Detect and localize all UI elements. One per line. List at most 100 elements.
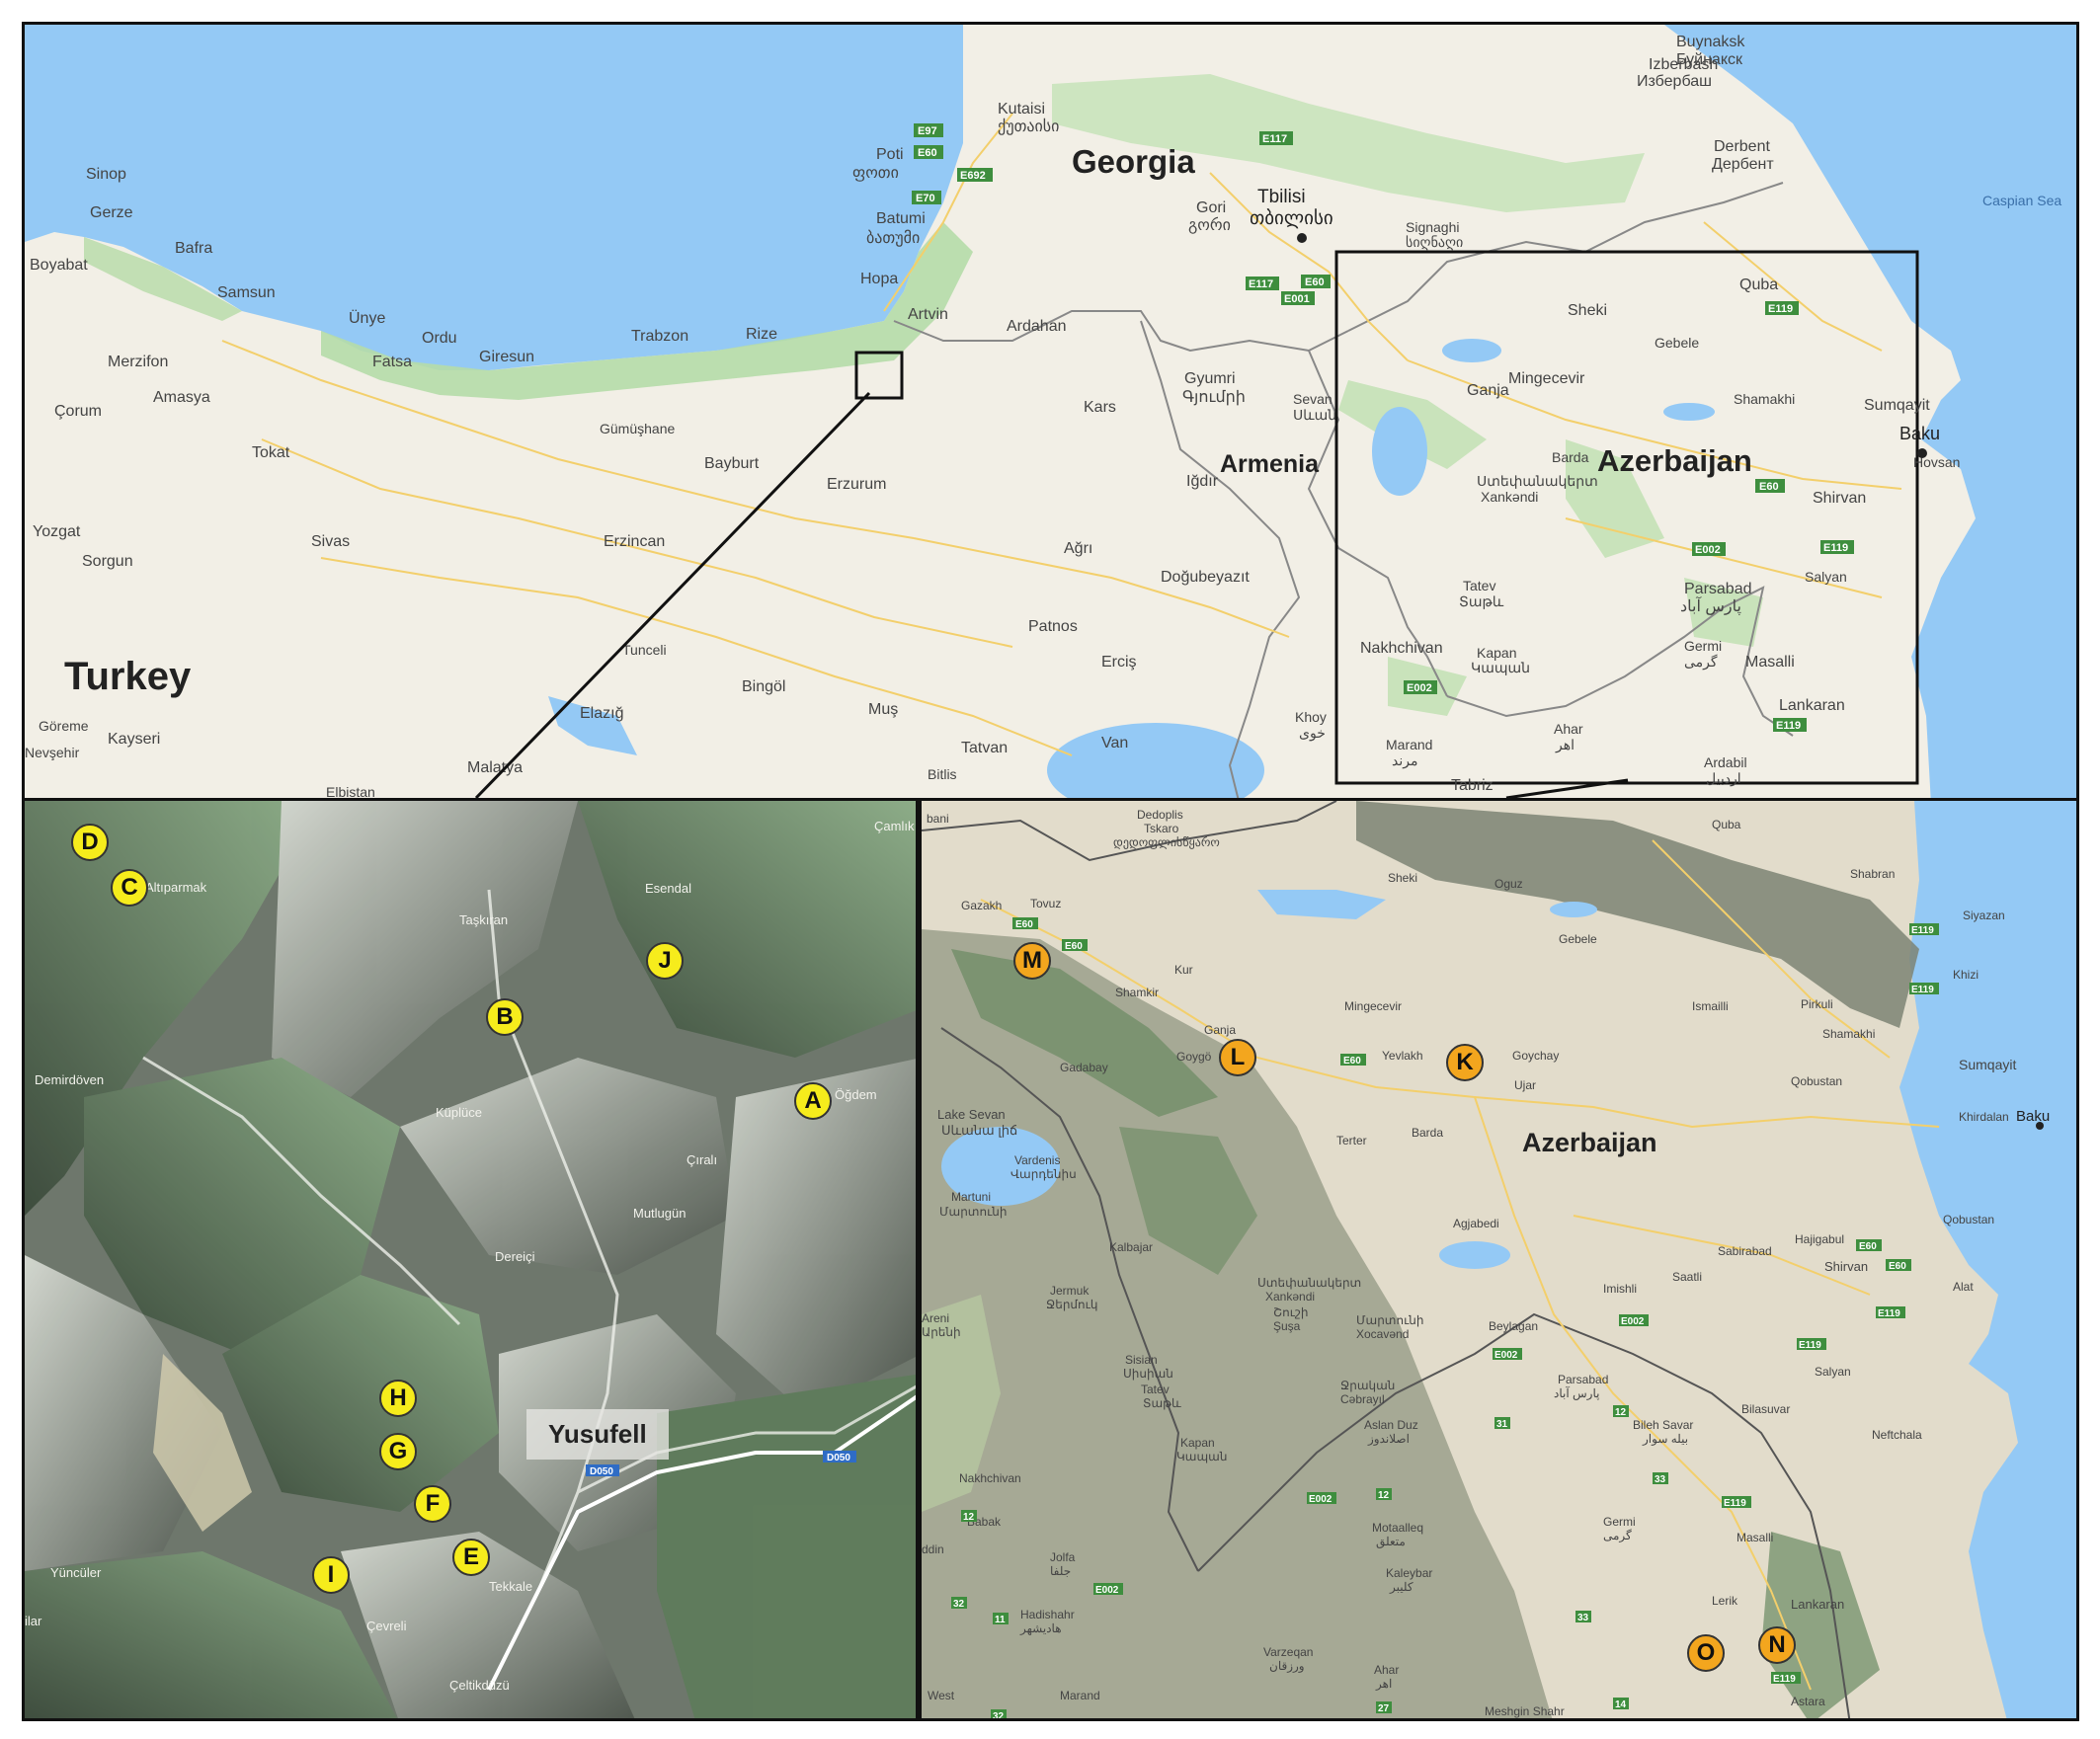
road-e60-e: E60 — [1889, 1261, 1906, 1272]
place-lake-sevan: Lake Sevan — [937, 1107, 1006, 1122]
place-vardenis: Vardenis — [1014, 1153, 1060, 1167]
road-e119: E119 — [1768, 303, 1793, 315]
place-cevreli: Çevreli — [366, 1619, 407, 1633]
place-jermuk-hy: Ջերմուկ — [1046, 1298, 1097, 1311]
city-hopa: Hopa — [860, 271, 898, 287]
city-ercis: Erciş — [1101, 654, 1137, 671]
city-gerze: Gerze — [90, 204, 133, 221]
place-quba: Quba — [1712, 818, 1741, 831]
place-cirali: Çıralı — [687, 1152, 717, 1167]
road-11: 11 — [995, 1615, 1006, 1625]
site-marker-i[interactable]: I — [312, 1556, 350, 1594]
capital-dot-tbilisi — [1297, 233, 1307, 243]
site-marker-f[interactable]: F — [414, 1485, 451, 1523]
place-mutlugun: Mutlugün — [633, 1206, 686, 1221]
site-marker-d[interactable]: D — [71, 824, 109, 861]
place-martuni-hy: Մարտունի — [939, 1205, 1008, 1219]
country-label-armenia: Armenia — [1220, 450, 1320, 478]
road-14: 14 — [1615, 1699, 1627, 1710]
road-e117-b: E117 — [1249, 278, 1273, 290]
city-yozgat: Yozgat — [33, 523, 81, 540]
azerbaijan-terrain-map[interactable]: Azerbaijan Dedoplis Tskaro დედოფლისწყარო… — [919, 798, 2079, 1721]
site-marker-e[interactable]: E — [452, 1539, 490, 1576]
place-germi: Germi — [1603, 1515, 1636, 1529]
place-baku: Baku — [2016, 1108, 2050, 1125]
city-boyabat: Boyabat — [30, 257, 88, 274]
place-varzeqan: Varzeqan — [1263, 1645, 1313, 1659]
place-alat: Alat — [1953, 1280, 1974, 1294]
place-parsabad-fa: پارس آباد — [1554, 1385, 1599, 1400]
overview-map[interactable]: Georgia Turkey Armenia Azerbaijan Caspia… — [22, 22, 2079, 802]
road-e002-b: E002 — [1407, 682, 1432, 694]
place-lake-sevan-hy: Սևանա լիճ — [941, 1123, 1017, 1138]
city-izberbash-ru: Избербаш — [1637, 73, 1712, 90]
site-marker-m[interactable]: M — [1013, 942, 1051, 980]
road-e70: E70 — [916, 193, 935, 204]
site-marker-j[interactable]: J — [646, 942, 684, 980]
road-12-c: 12 — [963, 1512, 975, 1523]
city-salyan: Salyan — [1805, 569, 1847, 585]
city-van: Van — [1101, 735, 1128, 751]
road-e60: E60 — [918, 147, 937, 159]
site-marker-b[interactable]: B — [486, 998, 524, 1036]
place-bileh-savar-fa: بیله سوار — [1642, 1432, 1688, 1446]
site-marker-a[interactable]: A — [794, 1082, 832, 1120]
place-germi-fa: گرمی — [1603, 1529, 1632, 1542]
site-marker-c[interactable]: C — [111, 869, 148, 907]
road-e119-e: E119 — [1724, 1498, 1746, 1509]
road-e117: E117 — [1262, 133, 1287, 145]
city-lankaran: Lankaran — [1779, 697, 1845, 714]
city-ahar-fa: اهر — [1555, 737, 1575, 753]
city-tatev-hy: Տաթև — [1459, 593, 1504, 609]
place-taskiran: Taşkıran — [459, 912, 508, 927]
city-sheki: Sheki — [1568, 302, 1607, 319]
place-lankaran: Lankaran — [1791, 1597, 1844, 1612]
city-batumi-ka: ბათუმი — [866, 229, 920, 247]
city-mus: Muş — [868, 701, 898, 718]
site-marker-h[interactable]: H — [379, 1380, 417, 1417]
city-tbilisi: Tbilisi — [1257, 187, 1306, 207]
road-e60-b: E60 — [1305, 277, 1325, 288]
road-e119: E119 — [1911, 925, 1934, 936]
place-shusha: Շուշի — [1273, 1305, 1309, 1319]
place-tekkale: Tekkale — [489, 1579, 532, 1594]
place-stepanakert: Ստեփանակերտ — [1257, 1276, 1361, 1290]
capital-dot-baku — [1917, 448, 1927, 458]
place-vardenis-hy: Վարդենիս — [1010, 1167, 1077, 1181]
place-masalli: Masalli — [1737, 1531, 1773, 1544]
city-igdir: Iğdır — [1186, 473, 1219, 490]
place-hadishahr: Hadishahr — [1020, 1608, 1075, 1621]
city-khoy-fa: خوی — [1299, 725, 1326, 742]
place-bani: bani — [927, 812, 949, 826]
city-kapan-hy: Կապան — [1471, 660, 1530, 675]
site-marker-l[interactable]: L — [1219, 1039, 1256, 1076]
country-label-georgia: Georgia — [1072, 143, 1195, 180]
city-bitlis: Bitlis — [928, 766, 957, 782]
site-marker-o[interactable]: O — [1687, 1634, 1725, 1672]
city-shirvan: Shirvan — [1813, 490, 1866, 507]
place-shabran: Shabran — [1850, 867, 1895, 881]
site-marker-n[interactable]: N — [1758, 1626, 1796, 1664]
sea-label-caspian: Caspian Sea — [1982, 193, 2061, 208]
city-sinop: Sinop — [86, 166, 126, 183]
city-batumi: Batumi — [876, 210, 926, 227]
city-kutaisi: Kutaisi — [998, 101, 1045, 118]
place-camlik: Çamlık — [874, 819, 915, 833]
place-siyazan: Siyazan — [1963, 909, 2005, 922]
road-e001: E001 — [1284, 293, 1310, 305]
road-e60-c: E60 — [1343, 1056, 1361, 1067]
capital-dot-baku — [2036, 1122, 2044, 1130]
road-e119-d: E119 — [1799, 1340, 1821, 1351]
yusufeli-terrain-map[interactable]: D050 D050 Çamlık Altıparmak Esendal Taşk… — [22, 798, 919, 1721]
site-marker-k[interactable]: K — [1446, 1044, 1484, 1081]
place-imishli: Imishli — [1603, 1282, 1637, 1296]
road-e60-c: E60 — [1759, 481, 1779, 493]
place-xankendi: Xankəndi — [1265, 1290, 1315, 1304]
place-dereici: Dereiçi — [495, 1249, 535, 1264]
city-gyumri-hy: Գյումրի — [1182, 389, 1246, 406]
place-salyan: Salyan — [1815, 1365, 1851, 1379]
yusufeli-town-tag: Yusufell — [526, 1409, 669, 1460]
overview-map-canvas: Georgia Turkey Armenia Azerbaijan Caspia… — [25, 25, 2076, 799]
place-kapan-hy: Կապան — [1176, 1450, 1227, 1463]
site-marker-g[interactable]: G — [379, 1433, 417, 1470]
